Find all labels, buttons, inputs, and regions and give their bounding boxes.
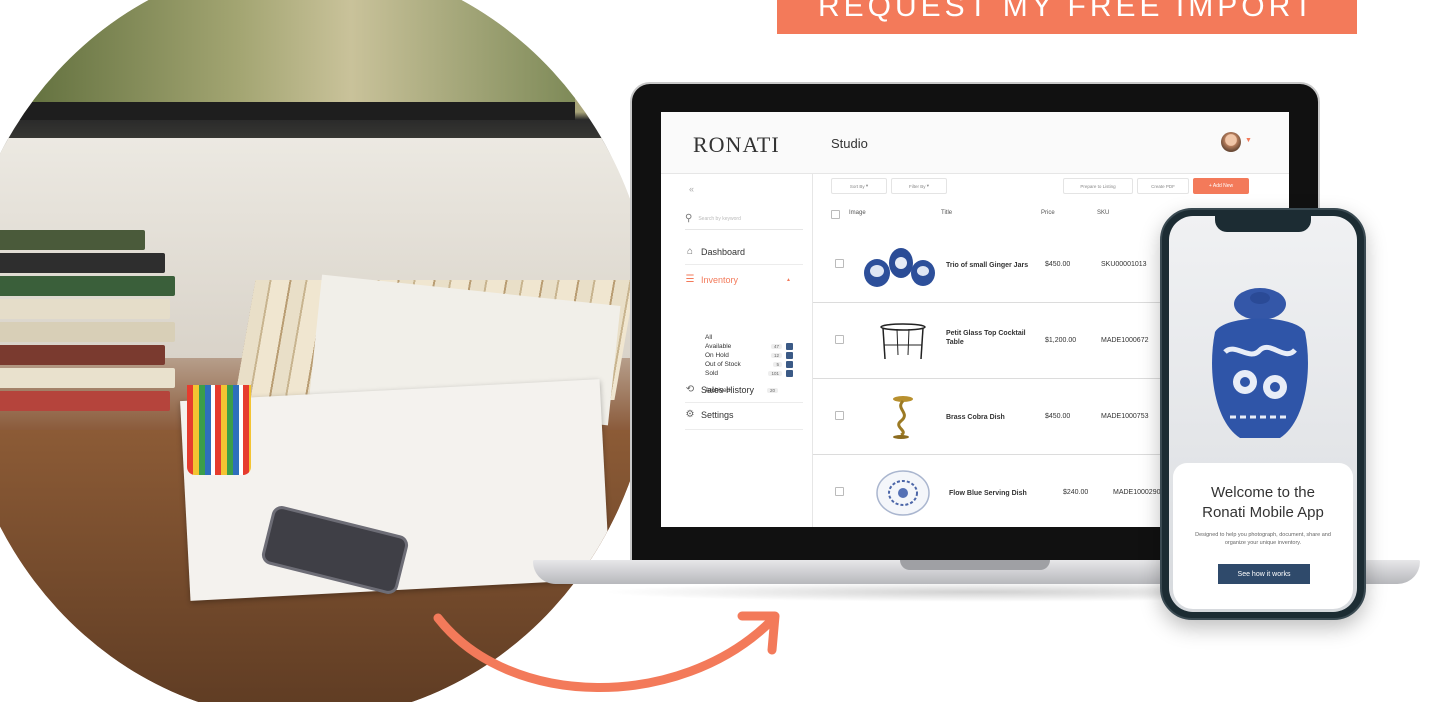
count-badge: 47 — [770, 344, 782, 349]
filter-out-of-stock[interactable]: Out of Stock 5 — [705, 360, 793, 369]
search-placeholder: Search by keyword — [698, 215, 741, 222]
serving-dish-image — [876, 470, 930, 516]
sidebar-item-label: Inventory — [701, 274, 739, 285]
checkbox[interactable] — [786, 352, 793, 359]
row-checkbox[interactable] — [835, 487, 844, 496]
brand-logo: RONATI — [693, 132, 780, 157]
add-new-button[interactable]: + Add New — [1193, 178, 1249, 194]
item-title: Trio of small Ginger Jars — [946, 262, 1029, 269]
brass-dish-image — [893, 396, 913, 439]
item-sku: MADE1000290 — [1113, 489, 1161, 496]
caret-up-icon: ▲ — [786, 276, 791, 283]
create-pdf-button[interactable]: Create PDF — [1137, 178, 1189, 194]
search-input[interactable]: ⚲ Search by keyword — [685, 208, 803, 230]
count-badge: 5 — [773, 362, 782, 367]
row-checkbox[interactable] — [835, 411, 844, 420]
item-title: Petit Glass Top Cocktail Table — [946, 330, 1026, 346]
row-checkbox[interactable] — [835, 335, 844, 344]
desk-photo — [0, 0, 655, 702]
sidebar-item-label: Settings — [701, 409, 734, 420]
sidebar-item-sales-history[interactable]: ⟲ Sales History — [685, 384, 803, 395]
sort-by-button[interactable]: Sort By ▾ — [831, 178, 887, 194]
item-title: Brass Cobra Dish — [946, 414, 1005, 421]
filter-available[interactable]: Available 47 — [705, 342, 793, 351]
search-icon: ⚲ — [685, 213, 693, 224]
app-header: RONATI Studio ▼ — [661, 112, 1289, 174]
count-badge: 101 — [768, 371, 782, 376]
collapse-icon[interactable]: « — [689, 184, 694, 194]
welcome-description: Designed to help you photograph, documen… — [1195, 532, 1331, 546]
arrow-icon — [433, 611, 780, 692]
welcome-title: Welcome to the Ronati Mobile App — [1202, 484, 1324, 521]
prepare-listing-button[interactable]: Prepare to Listing — [1063, 178, 1133, 194]
column-sku[interactable]: SKU — [1097, 210, 1109, 216]
filter-all[interactable]: All — [705, 333, 793, 342]
row-checkbox[interactable] — [835, 259, 844, 268]
ginger-jar-image — [1212, 288, 1308, 438]
filter-on-hold[interactable]: On Hold 12 — [705, 351, 793, 360]
item-price: $450.00 — [1045, 261, 1071, 268]
welcome-card: Welcome to the Ronati Mobile App Designe… — [1173, 463, 1353, 609]
item-title: Flow Blue Serving Dish — [949, 490, 1027, 497]
item-price: $240.00 — [1063, 489, 1089, 496]
home-icon: ⌂ — [686, 246, 694, 257]
see-how-it-works-button[interactable]: See how it works — [1218, 564, 1310, 584]
list-icon: ☰ — [685, 274, 695, 285]
chevron-down-icon[interactable]: ▼ — [1245, 137, 1252, 144]
sidebar-item-settings[interactable]: ⚙ Settings — [685, 409, 803, 420]
item-sku: MADE1000753 — [1101, 413, 1149, 420]
sidebar-item-dashboard[interactable]: ⌂ Dashboard — [685, 246, 803, 257]
column-image: Image — [849, 210, 866, 216]
sidebar-item-label: Dashboard — [701, 246, 746, 257]
page-title: Studio — [831, 136, 868, 151]
column-price[interactable]: Price — [1041, 210, 1055, 216]
item-sku: SKU00001013 — [1101, 261, 1147, 268]
filter-by-button[interactable]: Filter By ▾ — [891, 178, 947, 194]
select-all-checkbox[interactable] — [831, 210, 840, 219]
item-price: $1,200.00 — [1045, 337, 1077, 344]
column-title[interactable]: Title — [941, 210, 952, 216]
checkbox[interactable] — [786, 370, 793, 377]
cocktail-table-image — [880, 323, 926, 360]
ginger-jars-image — [864, 248, 935, 287]
sidebar-item-label: Sales History — [701, 384, 755, 395]
toolbar: Sort By ▾ Filter By ▾ Prepare to Listing… — [813, 174, 1289, 204]
sidebar-item-inventory[interactable]: ☰ Inventory ▲ — [685, 274, 803, 285]
filter-sold[interactable]: Sold 101 — [705, 369, 793, 378]
count-badge: 12 — [770, 353, 782, 358]
avatar[interactable] — [1221, 132, 1241, 152]
item-price: $450.00 — [1045, 413, 1071, 420]
request-free-import-button[interactable]: REQUEST MY FREE IMPORT — [777, 0, 1357, 34]
item-sku: MADE1000672 — [1101, 337, 1149, 344]
history-icon: ⟲ — [685, 384, 695, 395]
checkbox[interactable] — [786, 343, 793, 350]
checkbox[interactable] — [786, 361, 793, 368]
gear-icon: ⚙ — [685, 409, 695, 420]
